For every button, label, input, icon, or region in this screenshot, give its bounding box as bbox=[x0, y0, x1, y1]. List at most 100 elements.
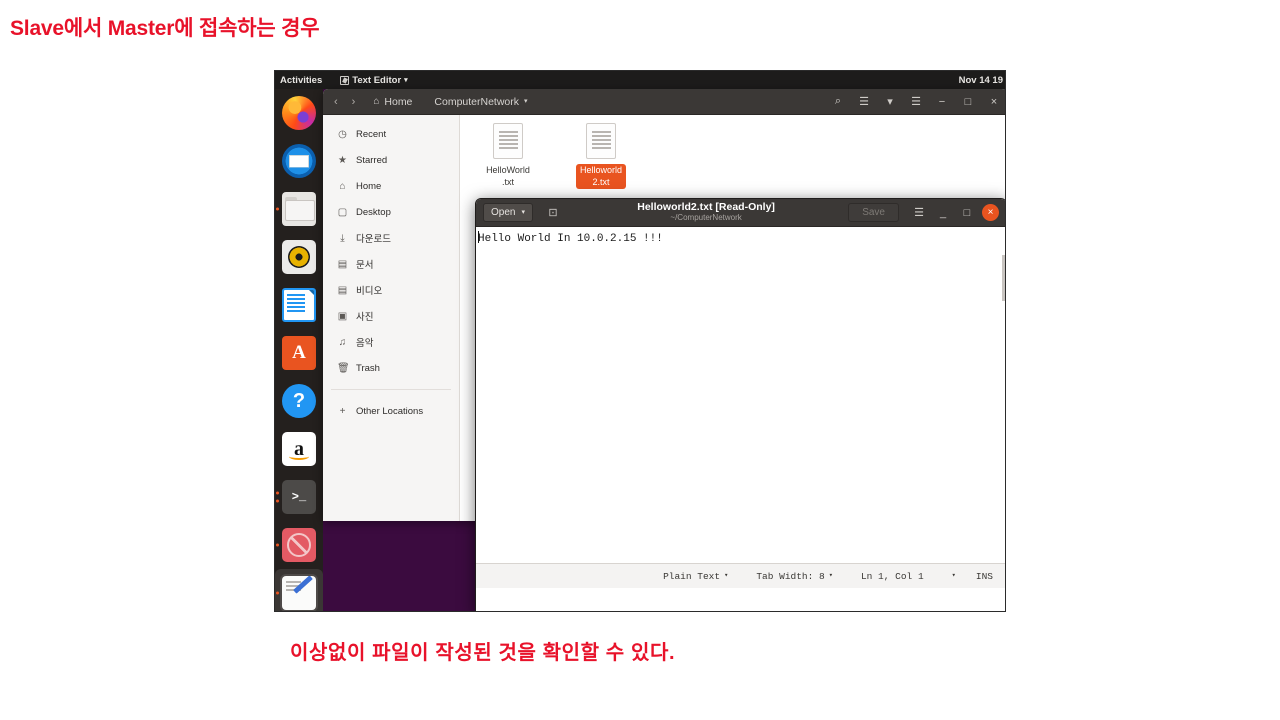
sidebar-item-label: Starred bbox=[356, 154, 388, 166]
sidebar-item-label: Desktop bbox=[356, 206, 391, 218]
sidebar-item-label: 다운로드 bbox=[356, 234, 391, 245]
help-icon: ? bbox=[282, 384, 316, 418]
sidebar-item-label: 문서 bbox=[356, 260, 374, 271]
view-list-icon[interactable]: ☰ bbox=[851, 89, 877, 115]
chevron-down-icon: ▾ bbox=[724, 571, 729, 580]
sidebar-item-desktop[interactable]: ▢ Desktop bbox=[323, 199, 459, 225]
editor-header-bar: Open ▾ ⊡ Helloworld2.txt [Read-Only] ~/C… bbox=[476, 199, 1005, 227]
language-label: Plain Text bbox=[663, 570, 721, 582]
dock-item-text-editor[interactable] bbox=[275, 569, 323, 611]
clock-icon: ◷ bbox=[338, 128, 347, 140]
dock-item-amazon[interactable]: a bbox=[275, 425, 323, 473]
dock-item-rhythmbox[interactable] bbox=[275, 233, 323, 281]
screenshot-frame: Activities Text Editor ▾ Nov 14 19 A ? a… bbox=[274, 70, 1006, 612]
slide-caption: 이상없이 파일이 작성된 것을 확인할 수 있다. bbox=[290, 642, 676, 664]
editor-scrollbar[interactable] bbox=[1002, 255, 1005, 301]
open-button[interactable]: Open ▾ bbox=[483, 203, 533, 222]
editor-text-area[interactable]: Hello World In 10.0.2.15 !!! Plain Text … bbox=[476, 227, 1005, 588]
search-icon[interactable]: ⌕ bbox=[825, 89, 851, 115]
dock-item-files[interactable] bbox=[275, 185, 323, 233]
activities-button[interactable]: Activities bbox=[280, 75, 322, 86]
dock-item-blocked-app[interactable] bbox=[275, 521, 323, 569]
text-editor-icon bbox=[282, 576, 316, 610]
text-editor-window[interactable]: Open ▾ ⊡ Helloworld2.txt [Read-Only] ~/C… bbox=[475, 198, 1005, 611]
dock-item-terminal[interactable]: >_ bbox=[275, 473, 323, 521]
editor-title: Helloworld2.txt [Read-Only] bbox=[637, 201, 775, 214]
sidebar-item-home[interactable]: ⌂ Home bbox=[323, 173, 459, 199]
tab-width-label: Tab Width: 8 bbox=[756, 570, 825, 582]
rhythmbox-icon bbox=[282, 240, 316, 274]
sidebar-item-trash[interactable]: 🗑 Trash bbox=[323, 355, 459, 381]
open-button-label: Open bbox=[491, 207, 516, 218]
close-icon[interactable]: × bbox=[981, 89, 1005, 115]
breadcrumb-folder-label: ComputerNetwork bbox=[434, 95, 520, 108]
text-editor-icon bbox=[340, 75, 350, 85]
amazon-icon: a bbox=[282, 432, 316, 466]
close-icon[interactable]: × bbox=[982, 204, 999, 221]
app-menu-button[interactable]: Text Editor ▾ bbox=[340, 75, 408, 86]
file-item-helloworld2[interactable]: Helloworld 2.txt bbox=[563, 123, 639, 190]
blocked-icon bbox=[282, 528, 316, 562]
libreoffice-writer-icon bbox=[282, 288, 316, 322]
cursor-position[interactable]: Ln 1, Col 1 bbox=[847, 571, 938, 582]
navigation-buttons: ‹ › bbox=[334, 96, 355, 108]
pictures-icon: ▣ bbox=[337, 310, 348, 322]
dock-item-libreoffice-writer[interactable] bbox=[275, 281, 323, 329]
gnome-top-bar: Activities Text Editor ▾ Nov 14 19 bbox=[275, 71, 1005, 89]
back-icon[interactable]: ‹ bbox=[334, 96, 338, 108]
sidebar-item-label: Recent bbox=[356, 128, 387, 140]
dock-item-thunderbird[interactable] bbox=[275, 137, 323, 185]
new-document-icon[interactable]: ⊡ bbox=[542, 203, 564, 223]
sidebar-item-label: 사진 bbox=[356, 312, 374, 323]
desktop-icon: ▢ bbox=[337, 206, 348, 218]
running-indicator bbox=[276, 491, 279, 495]
file-label: Helloworld 2.txt bbox=[575, 164, 627, 189]
dock-item-ubuntu-software[interactable]: A bbox=[275, 329, 323, 377]
terminal-icon: >_ bbox=[282, 480, 316, 514]
maximize-icon[interactable]: □ bbox=[955, 89, 981, 115]
clock[interactable]: Nov 14 19 bbox=[959, 75, 1003, 86]
sidebar-item-documents[interactable]: ▤ 문서 bbox=[323, 251, 459, 277]
breadcrumb-home[interactable]: ⌂ Home bbox=[373, 96, 412, 108]
menu-icon[interactable]: ☰ bbox=[903, 89, 929, 115]
running-indicator bbox=[276, 207, 279, 211]
file-label: HelloWorld .txt bbox=[486, 165, 530, 187]
sidebar-item-recent[interactable]: ◷ Recent bbox=[323, 121, 459, 147]
minimize-icon[interactable]: − bbox=[929, 89, 955, 115]
menu-icon[interactable]: ☰ bbox=[907, 201, 931, 225]
music-icon: ♫ bbox=[338, 336, 347, 348]
sidebar-item-other-locations[interactable]: + Other Locations bbox=[323, 398, 459, 424]
chevron-down-icon: ▾ bbox=[404, 76, 408, 84]
editor-subtitle: ~/ComputerNetwork bbox=[670, 213, 742, 223]
file-item-helloworld[interactable]: HelloWorld .txt bbox=[470, 123, 546, 190]
videos-icon: ▤ bbox=[337, 284, 348, 296]
forward-icon[interactable]: › bbox=[352, 96, 356, 108]
sidebar-item-starred[interactable]: ★ Starred bbox=[323, 147, 459, 173]
trash-icon: 🗑 bbox=[337, 362, 350, 374]
editor-title-block: Helloworld2.txt [Read-Only] ~/ComputerNe… bbox=[564, 202, 848, 222]
sidebar-item-label: Home bbox=[356, 180, 382, 192]
home-icon: ⌂ bbox=[373, 96, 380, 107]
breadcrumb-home-label: Home bbox=[384, 95, 413, 108]
sidebar-item-videos[interactable]: ▤ 비디오 bbox=[323, 277, 459, 303]
ubuntu-software-icon: A bbox=[282, 336, 316, 370]
sidebar-item-pictures[interactable]: ▣ 사진 bbox=[323, 303, 459, 329]
chevron-down-icon: ▾ bbox=[951, 571, 956, 580]
sidebar-item-downloads[interactable]: ⤓ 다운로드 bbox=[323, 225, 459, 251]
minimize-icon[interactable]: _ bbox=[931, 201, 955, 225]
position-dropdown[interactable]: ▾ bbox=[938, 571, 970, 580]
chevron-down-icon[interactable]: ▾ bbox=[877, 89, 903, 115]
language-selector[interactable]: Plain Text ▾ bbox=[649, 571, 742, 582]
dock: A ? a >_ bbox=[275, 89, 323, 611]
dock-item-firefox[interactable] bbox=[275, 89, 323, 137]
sidebar-item-music[interactable]: ♫ 음악 bbox=[323, 329, 459, 355]
running-indicator bbox=[276, 499, 279, 503]
save-button[interactable]: Save bbox=[848, 203, 899, 222]
home-icon: ⌂ bbox=[339, 180, 346, 192]
tab-width-selector[interactable]: Tab Width: 8 ▾ bbox=[742, 571, 847, 582]
slide-title: Slave에서 Master에 접속하는 경우 bbox=[10, 17, 320, 40]
breadcrumb-computernetwork[interactable]: ComputerNetwork ▾ bbox=[434, 96, 527, 108]
dock-item-help[interactable]: ? bbox=[275, 377, 323, 425]
download-icon: ⤓ bbox=[340, 232, 345, 244]
maximize-icon[interactable]: □ bbox=[955, 201, 979, 225]
